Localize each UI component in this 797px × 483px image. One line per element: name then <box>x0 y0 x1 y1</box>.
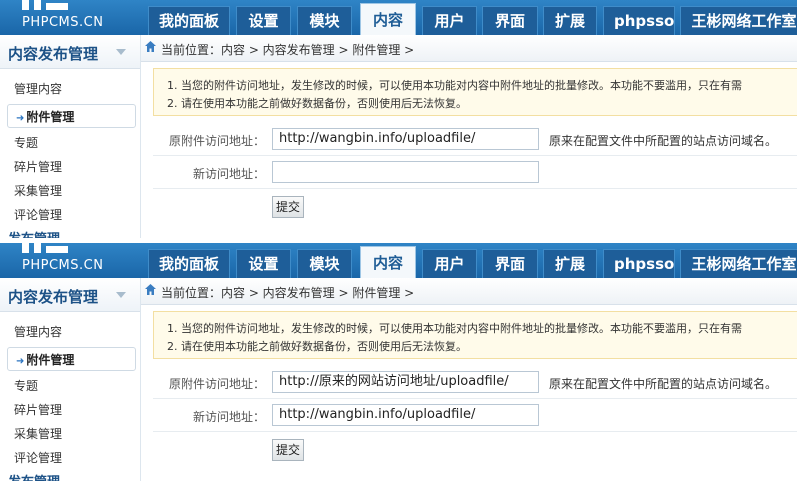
tab-my-panel[interactable]: 我的面板 <box>148 6 230 35</box>
breadcrumb-text: 当前位置：内容 > 内容发布管理 > 附件管理 > <box>161 43 415 57</box>
old-url-label: 原附件访问地址： <box>168 134 265 148</box>
sidebar-item-attachments-label: ➜ 附件管理 <box>16 353 75 367</box>
home-icon[interactable] <box>145 284 156 295</box>
old-url-input[interactable]: http://wangbin.info/uploadfile/ <box>272 128 539 150</box>
screenshot-after: PHPCMS.CN 我的面板 设置 模块 内容 用户 界面 扩展 phpsso … <box>0 243 797 481</box>
sidebar: 内容发布管理 管理内容 ➜附件管理 专题 碎片管理 采集管理 评论管理 发布管理 <box>0 278 141 481</box>
logo-text: PHPCMS.CN <box>22 15 104 30</box>
new-url-row: 新访问地址： http://wangbin.info/uploadfile/ <box>153 399 797 432</box>
notice-line-2: 2. 请在使用本功能之前做好数据备份，否则使用后无法恢复。 <box>167 97 467 110</box>
old-url-row: 原附件访问地址： http://wangbin.info/uploadfile/… <box>153 123 797 156</box>
old-url-label: 原附件访问地址： <box>168 377 265 391</box>
sidebar-header[interactable]: 内容发布管理 <box>0 35 140 69</box>
notice-line-1: 1. 当您的附件访问地址，发生修改的时候，可以使用本功能对内容中附件地址的批量修… <box>167 322 742 335</box>
sidebar-item-blocks[interactable]: 碎片管理 <box>14 401 62 418</box>
sidebar-item-collect[interactable]: 采集管理 <box>14 182 62 199</box>
sidebar-item-manage-content[interactable]: 管理内容 <box>14 80 62 97</box>
notice-line-1: 1. 当您的附件访问地址，发生修改的时候，可以使用本功能对内容中附件地址的批量修… <box>167 79 742 92</box>
submit-button[interactable]: 提交 <box>272 439 305 461</box>
sidebar-section-publish[interactable]: 发布管理 <box>8 471 60 481</box>
chevron-down-icon[interactable] <box>116 292 126 298</box>
new-url-row: 新访问地址： <box>153 156 797 189</box>
breadcrumb-text: 当前位置：内容 > 内容发布管理 > 附件管理 > <box>161 286 415 300</box>
tab-users[interactable]: 用户 <box>422 6 477 35</box>
breadcrumb: 当前位置：内容 > 内容发布管理 > 附件管理 > <box>141 278 797 305</box>
tab-content[interactable]: 内容 <box>360 3 416 35</box>
phpcms-logo[interactable]: PHPCMS.CN <box>0 243 140 278</box>
breadcrumb: 当前位置：内容 > 内容发布管理 > 附件管理 > <box>141 35 797 62</box>
logo-mark-icon <box>22 243 72 253</box>
content-area: 当前位置：内容 > 内容发布管理 > 附件管理 > 1. 当您的附件访问地址，发… <box>141 35 797 238</box>
tab-interface[interactable]: 界面 <box>482 249 538 278</box>
tab-modules[interactable]: 模块 <box>297 249 352 278</box>
tab-interface[interactable]: 界面 <box>482 6 538 35</box>
tab-extensions[interactable]: 扩展 <box>543 6 597 35</box>
sidebar-item-attachments[interactable]: ➜ 附件管理 <box>7 347 136 371</box>
top-bar: PHPCMS.CN 我的面板 设置 模块 内容 用户 界面 扩展 phpsso … <box>0 0 797 35</box>
phpcms-logo[interactable]: PHPCMS.CN <box>0 0 140 35</box>
sidebar-item-comments[interactable]: 评论管理 <box>14 449 62 466</box>
sidebar-header[interactable]: 内容发布管理 <box>0 278 140 312</box>
old-url-row: 原附件访问地址： http://原来的网站访问地址/uploadfile/ 原来… <box>153 366 797 399</box>
arrow-right-icon: ➜ <box>16 356 25 367</box>
content-area: 当前位置：内容 > 内容发布管理 > 附件管理 > 1. 当您的附件访问地址，发… <box>141 278 797 481</box>
screenshot-before: PHPCMS.CN 我的面板 设置 模块 内容 用户 界面 扩展 phpsso … <box>0 0 797 238</box>
submit-button[interactable]: 提交 <box>272 196 305 218</box>
tab-studio[interactable]: 王彬网络工作室 <box>680 249 797 278</box>
sidebar-item-attachments[interactable]: ➜ 附件管理 <box>7 104 136 128</box>
old-url-hint: 原来在配置文件中所配置的站点访问域名。 <box>549 134 778 148</box>
sidebar-title: 内容发布管理 <box>8 45 99 63</box>
arrow-right-icon: ➜ <box>16 113 25 124</box>
home-icon[interactable] <box>145 41 156 52</box>
sidebar-section-publish[interactable]: 发布管理 <box>8 228 60 238</box>
logo-text: PHPCMS.CN <box>22 258 104 273</box>
chevron-down-icon[interactable] <box>116 49 126 55</box>
tab-content[interactable]: 内容 <box>360 246 416 278</box>
sidebar-item-blocks[interactable]: 碎片管理 <box>14 158 62 175</box>
tab-phpsso[interactable]: phpsso <box>603 249 675 278</box>
sidebar-item-manage-content[interactable]: 管理内容 <box>14 323 62 340</box>
notice-box: 1. 当您的附件访问地址，发生修改的时候，可以使用本功能对内容中附件地址的批量修… <box>153 68 797 116</box>
tab-phpsso[interactable]: phpsso <box>603 6 675 35</box>
old-url-input[interactable]: http://原来的网站访问地址/uploadfile/ <box>272 371 539 393</box>
sidebar: 内容发布管理 管理内容 ➜附件管理 专题 碎片管理 采集管理 评论管理 发布管理 <box>0 35 141 238</box>
top-bar: PHPCMS.CN 我的面板 设置 模块 内容 用户 界面 扩展 phpsso … <box>0 243 797 278</box>
new-url-input[interactable]: http://wangbin.info/uploadfile/ <box>272 404 539 426</box>
logo-mark-icon <box>22 0 72 10</box>
tab-extensions[interactable]: 扩展 <box>543 249 597 278</box>
tab-users[interactable]: 用户 <box>422 249 477 278</box>
notice-box: 1. 当您的附件访问地址，发生修改的时候，可以使用本功能对内容中附件地址的批量修… <box>153 311 797 359</box>
sidebar-item-comments[interactable]: 评论管理 <box>14 206 62 223</box>
tab-my-panel[interactable]: 我的面板 <box>148 249 230 278</box>
tab-settings[interactable]: 设置 <box>236 6 291 35</box>
old-url-hint: 原来在配置文件中所配置的站点访问域名。 <box>549 377 778 391</box>
notice-line-2: 2. 请在使用本功能之前做好数据备份，否则使用后无法恢复。 <box>167 340 467 353</box>
tab-modules[interactable]: 模块 <box>297 6 352 35</box>
sidebar-item-collect[interactable]: 采集管理 <box>14 425 62 442</box>
new-url-input[interactable] <box>272 161 539 183</box>
new-url-label: 新访问地址： <box>192 167 265 181</box>
new-url-label: 新访问地址： <box>192 410 265 424</box>
tab-studio[interactable]: 王彬网络工作室 <box>680 6 797 35</box>
sidebar-item-topics[interactable]: 专题 <box>14 134 38 151</box>
sidebar-item-topics[interactable]: 专题 <box>14 377 38 394</box>
tab-settings[interactable]: 设置 <box>236 249 291 278</box>
sidebar-title: 内容发布管理 <box>8 288 99 306</box>
sidebar-item-attachments-label: ➜ 附件管理 <box>16 110 75 124</box>
